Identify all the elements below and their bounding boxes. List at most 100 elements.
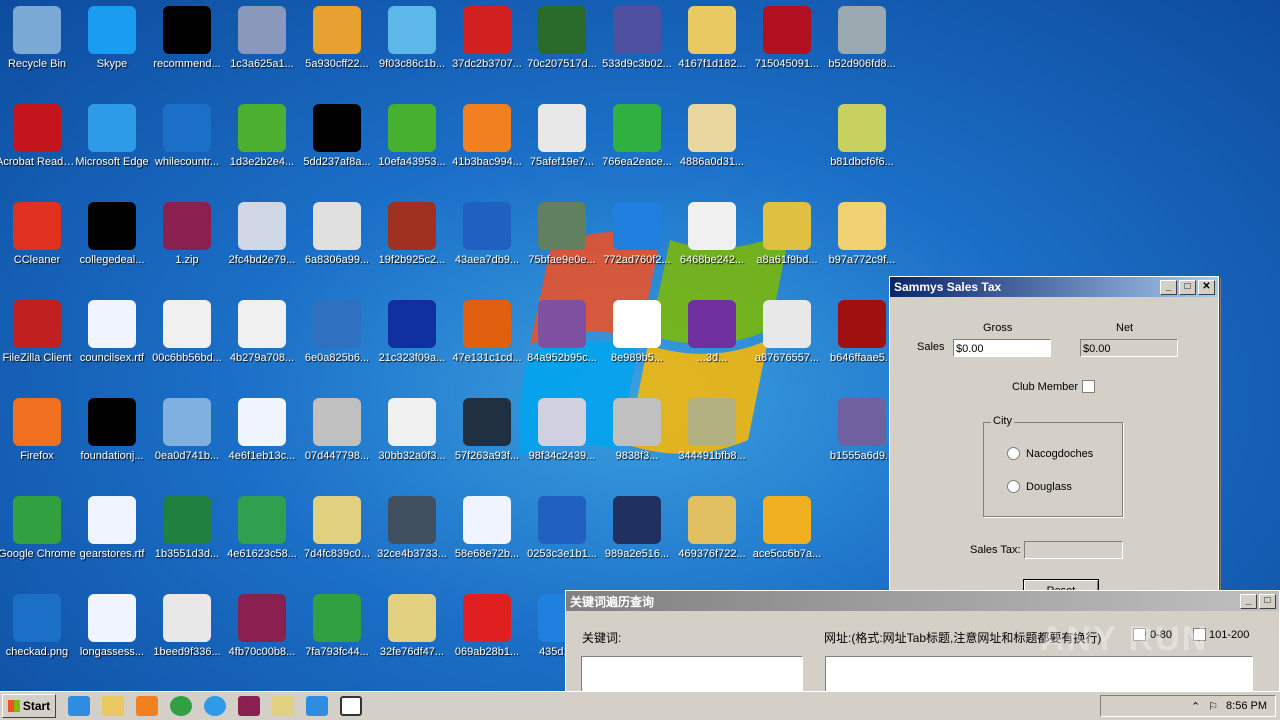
desktop-icon[interactable]: ace5cc6b7a... (744, 490, 830, 580)
desktop-icon[interactable]: 469376f722... (669, 490, 755, 580)
desktop-icon[interactable]: 9f03c86c1b... (369, 0, 455, 90)
desktop-icon[interactable]: councilsex.rtf (69, 294, 155, 384)
desktop-icon[interactable]: 715045091... (744, 0, 830, 90)
keyword-textarea[interactable] (581, 656, 803, 693)
chrome-taskbar-icon[interactable] (170, 696, 192, 716)
desktop-icon[interactable]: Google Chrome (0, 490, 80, 580)
desktop-icon[interactable]: 10efa43953... (369, 98, 455, 188)
desktop-icon[interactable]: 32ce4b3733... (369, 490, 455, 580)
ie2-taskbar-icon[interactable] (306, 696, 328, 716)
desktop-icon[interactable]: 5a930cff22... (294, 0, 380, 90)
installer-taskbar-icon[interactable] (272, 696, 294, 716)
desktop-icon[interactable]: 9838f3... (594, 392, 680, 482)
desktop-icon[interactable]: 5dd237af8a... (294, 98, 380, 188)
desktop-icon[interactable]: 37dc2b3707... (444, 0, 530, 90)
url-textarea[interactable] (825, 656, 1253, 693)
media-player-taskbar-icon[interactable] (136, 696, 158, 716)
desktop-icon[interactable]: b81dbcf6f6... (819, 98, 905, 188)
desktop-icon[interactable]: Skype (69, 0, 155, 90)
douglass-radio[interactable] (1007, 480, 1020, 493)
desktop-icon[interactable]: 30bb32a0f3... (369, 392, 455, 482)
desktop-icon[interactable]: 772ad760f2... (594, 196, 680, 286)
sales-input[interactable]: $0.00 (953, 339, 1051, 357)
desktop-icon[interactable]: 533d9c3b02... (594, 0, 680, 90)
desktop-icon[interactable]: Acrobat Reader DC (0, 98, 80, 188)
query-maximize-button[interactable]: □ (1259, 593, 1276, 609)
desktop-icon[interactable]: 57f263a93f... (444, 392, 530, 482)
desktop-icon[interactable]: 0253c3e1b1... (519, 490, 605, 580)
desktop-icon[interactable]: 4886a0d31... (669, 98, 755, 188)
desktop-icon[interactable]: recommend... (144, 0, 230, 90)
desktop-icon[interactable]: FileZilla Client (0, 294, 80, 384)
desktop-icon[interactable]: 75bfae9e0e... (519, 196, 605, 286)
desktop-icon[interactable]: 7d4fc839c0... (294, 490, 380, 580)
desktop-icon[interactable]: 75afef19e7... (519, 98, 605, 188)
desktop-icon[interactable]: b52d906fd8... (819, 0, 905, 90)
desktop-icon[interactable]: 1d3e2b2e4... (219, 98, 305, 188)
desktop-icon[interactable]: 1b3551d3d... (144, 490, 230, 580)
desktop-icon[interactable]: Microsoft Edge (69, 98, 155, 188)
ie-taskbar-icon[interactable] (68, 696, 90, 716)
start-button[interactable]: Start (2, 694, 56, 718)
desktop-icon[interactable]: foundationj... (69, 392, 155, 482)
desktop-icon[interactable]: whilecountr... (144, 98, 230, 188)
desktop-icon[interactable]: 8e989b5... (594, 294, 680, 384)
desktop-icon[interactable]: 766ea2eace... (594, 98, 680, 188)
desktop-icon[interactable]: 6a8306a99... (294, 196, 380, 286)
maximize-button[interactable]: □ (1179, 279, 1196, 295)
desktop-icon[interactable]: Recycle Bin (0, 0, 80, 90)
desktop-icon[interactable]: 4167f1d182... (669, 0, 755, 90)
desktop-icon[interactable]: b97a772c9f... (819, 196, 905, 286)
desktop-icon[interactable]: CCleaner (0, 196, 80, 286)
desktop-icon[interactable]: collegedeal... (69, 196, 155, 286)
desktop-icon[interactable]: 84a952b95c... (519, 294, 605, 384)
desktop-icon[interactable]: 6468be242... (669, 196, 755, 286)
desktop-icon[interactable]: 4e61623c58... (219, 490, 305, 580)
window-taskbar-icon[interactable] (340, 696, 362, 716)
desktop-icon[interactable]: 19f2b925c2... (369, 196, 455, 286)
desktop-icon[interactable]: 1.zip (144, 196, 230, 286)
desktop-icon[interactable]: 0ea0d741b... (144, 392, 230, 482)
desktop-icon[interactable]: 47e131c1cd... (444, 294, 530, 384)
desktop-icon[interactable]: 32fe76df47... (369, 588, 455, 678)
desktop-icon[interactable]: a87676557... (744, 294, 830, 384)
desktop-icon[interactable]: 2fc4bd2e79... (219, 196, 305, 286)
desktop-icon[interactable]: 21c323f09a... (369, 294, 455, 384)
desktop-icon[interactable]: 4b279a708... (219, 294, 305, 384)
close-button[interactable]: ✕ (1198, 279, 1215, 295)
desktop-icon[interactable]: gearstores.rtf (69, 490, 155, 580)
desktop-icon[interactable]: 98f34c2439... (519, 392, 605, 482)
desktop-icon[interactable]: 43aea7db9... (444, 196, 530, 286)
tray-arrow-icon[interactable]: ⌃ (1191, 700, 1200, 713)
desktop-icon[interactable]: 069ab28b1... (444, 588, 530, 678)
sales-tax-titlebar[interactable]: Sammys Sales Tax _ □ ✕ (890, 277, 1218, 297)
desktop-icon[interactable]: 4fb70c00b8... (219, 588, 305, 678)
desktop-icon[interactable]: 70c207517d... (519, 0, 605, 90)
desktop-icon[interactable]: a8a61f9bd... (744, 196, 830, 286)
desktop-icon[interactable]: 07d447798... (294, 392, 380, 482)
desktop-icon[interactable]: 7fa793fc44... (294, 588, 380, 678)
query-titlebar[interactable]: 关键词遍历查询 _ □ (566, 591, 1279, 611)
desktop-icon[interactable]: checkad.png (0, 588, 80, 678)
desktop-icon[interactable]: 1c3a625a1... (219, 0, 305, 90)
winrar-taskbar-icon[interactable] (238, 696, 260, 716)
nacogdoches-radio[interactable] (1007, 447, 1020, 460)
desktop-icon[interactable]: 00c6bb56bd... (144, 294, 230, 384)
action-center-icon[interactable]: ⚐ (1208, 700, 1218, 713)
desktop-icon[interactable]: 1beed9f336... (144, 588, 230, 678)
explorer-taskbar-icon[interactable] (102, 696, 124, 716)
desktop-icon[interactable]: Firefox (0, 392, 80, 482)
desktop-icon[interactable]: ...3d... (669, 294, 755, 384)
club-member-checkbox[interactable] (1082, 380, 1095, 393)
minimize-button[interactable]: _ (1160, 279, 1177, 295)
desktop-icon[interactable]: 4e6f1eb13c... (219, 392, 305, 482)
desktop-icon[interactable]: 989a2e516... (594, 490, 680, 580)
edge-taskbar-icon[interactable] (204, 696, 226, 716)
desktop-icon[interactable]: longassess... (69, 588, 155, 678)
desktop-icon[interactable]: 41b3bac994... (444, 98, 530, 188)
query-minimize-button[interactable]: _ (1240, 593, 1257, 609)
clock[interactable]: 8:56 PM (1226, 700, 1267, 712)
desktop-icon[interactable]: 58e68e72b... (444, 490, 530, 580)
desktop-icon[interactable]: 344491bfb8... (669, 392, 755, 482)
desktop-icon[interactable]: 6e0a825b6... (294, 294, 380, 384)
